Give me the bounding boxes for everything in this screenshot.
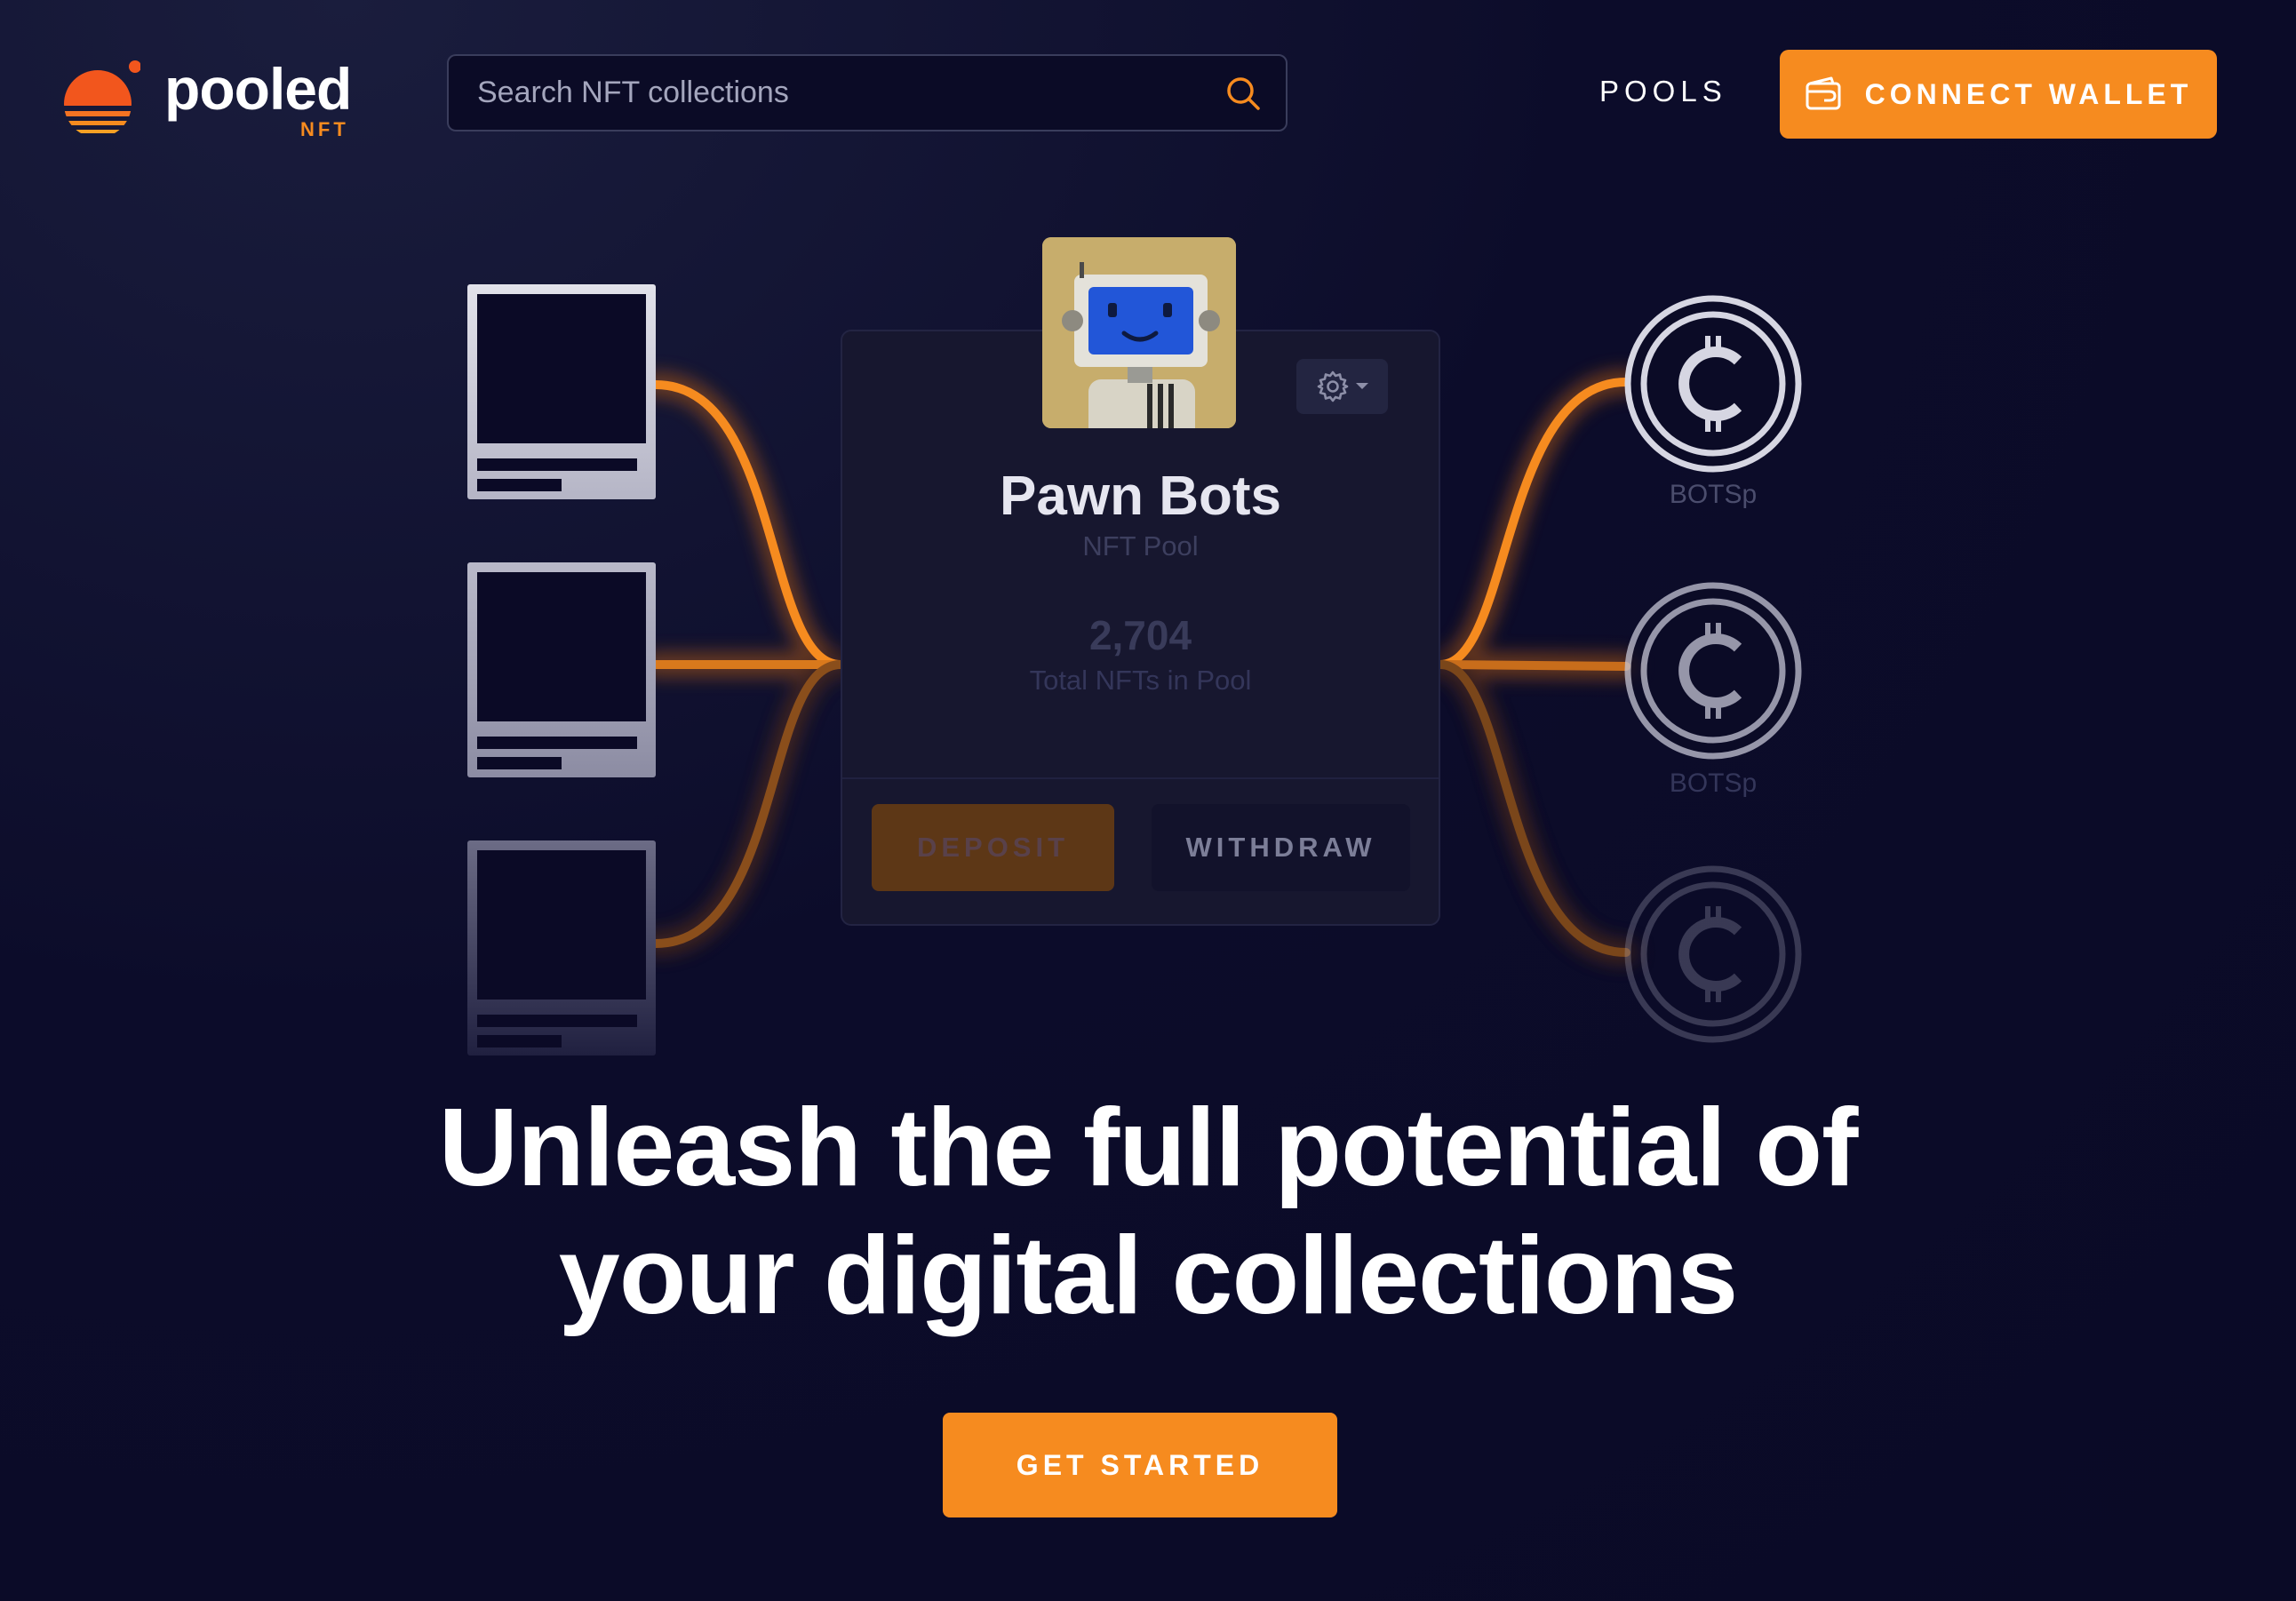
deposit-button[interactable]: DEPOSIT [872, 804, 1114, 891]
withdraw-button[interactable]: WITHDRAW [1152, 804, 1410, 891]
pool-nft-count-label: Total NFTs in Pool [1029, 665, 1252, 696]
card-divider [842, 777, 1439, 779]
robot-avatar-icon [1042, 237, 1236, 428]
cent-coin-icon [1624, 295, 1802, 473]
collection-avatar [1042, 237, 1236, 428]
hero-line-1: Unleash the full potential of [438, 1087, 1859, 1209]
pool-settings-button[interactable] [1296, 359, 1388, 414]
cent-coin-icon [1624, 865, 1802, 1043]
pool-title: Pawn Bots [1000, 466, 1281, 527]
pool-subtitle: NFT Pool [1082, 530, 1199, 562]
hero-line-2: your digital collections [558, 1215, 1738, 1337]
nft-frame-icon [467, 840, 656, 1055]
nft-frame-icon [467, 562, 656, 777]
cent-coin-icon [1624, 582, 1802, 760]
nft-frame-icon [467, 284, 656, 499]
pool-nft-count: 2,704 [1088, 612, 1192, 658]
token-label: BOTSp [1669, 480, 1758, 509]
chevron-down-icon [1355, 383, 1368, 389]
gear-icon [1317, 370, 1348, 402]
hero-heading: Unleash the full potential of your digit… [0, 1084, 2296, 1340]
get-started-button[interactable]: GET STARTED [943, 1413, 1337, 1517]
token-label: BOTSp [1669, 769, 1758, 798]
